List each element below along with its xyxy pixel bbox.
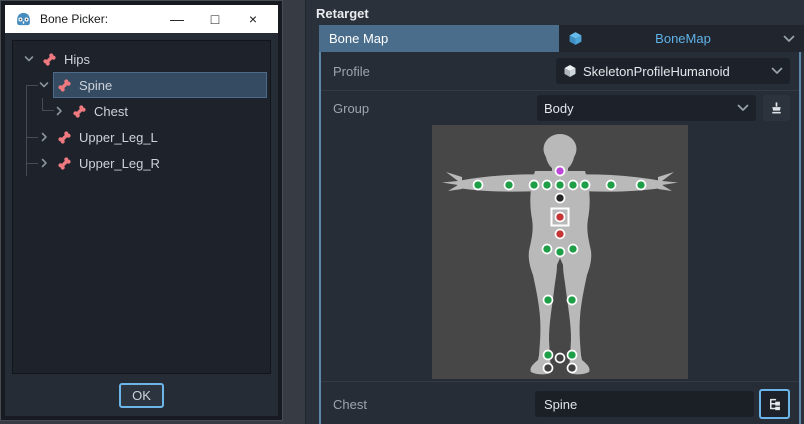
tree-item-label-wrap[interactable]: Hips — [39, 47, 266, 71]
ok-button[interactable]: OK — [119, 383, 164, 408]
bone-point-knee-l[interactable] — [544, 296, 553, 305]
chest-bone-input[interactable]: Spine — [535, 391, 754, 417]
bone-point-upper-arm-l[interactable] — [530, 181, 539, 190]
tree-item-label-wrap[interactable]: Chest — [69, 99, 266, 123]
chevron-right-icon[interactable] — [38, 131, 50, 143]
chevron-right-icon[interactable] — [53, 105, 65, 117]
bone-icon — [72, 104, 87, 119]
profile-value: SkeletonProfileHumanoid — [583, 64, 765, 79]
bone-map-preview — [321, 123, 799, 381]
bone-map-section-row: Bone Map BoneMap — [319, 25, 804, 52]
bone-point-heel-center[interactable] — [556, 354, 565, 363]
open-bone-picker-button[interactable] — [759, 389, 790, 419]
tree-guide — [26, 85, 38, 86]
bone-point-upper-arm-r[interactable] — [581, 181, 590, 190]
resource-cube-icon — [568, 31, 583, 46]
bone-point-chest[interactable] — [556, 194, 565, 203]
tree-item-label-wrap[interactable]: Upper_Leg_R — [54, 151, 266, 175]
group-dropdown[interactable]: Body — [537, 95, 756, 121]
window-titlebar[interactable]: Bone Picker: — □ × — [5, 5, 278, 33]
close-button[interactable]: × — [238, 5, 268, 33]
bone-point-forearm-l[interactable] — [505, 181, 514, 190]
tree-item-hips[interactable]: Hips — [13, 46, 270, 72]
bone-tree: Hips Spine Chest Upper_Leg_L Upper_Leg_R — [12, 40, 271, 374]
godot-logo-icon — [15, 11, 32, 28]
window-title: Bone Picker: — [40, 12, 154, 26]
chevron-down-icon[interactable] — [38, 79, 50, 91]
chest-bone-row: Chest Spine — [321, 381, 799, 424]
bone-map-sub-inspector: Profile SkeletonProfileHumanoid Group Bo… — [319, 52, 801, 424]
tree-item-label-wrap[interactable]: Upper_Leg_L — [54, 125, 266, 149]
resource-name: BoneMap — [589, 31, 777, 46]
bone-point-knee-r[interactable] — [568, 296, 577, 305]
bone-icon — [57, 156, 72, 171]
profile-label: Profile — [333, 64, 556, 79]
clear-mappings-button[interactable] — [763, 95, 790, 121]
bone-point-shoulder-l[interactable] — [543, 181, 552, 190]
chest-bone-value: Spine — [544, 397, 577, 412]
bone-point-hand-r[interactable] — [637, 181, 646, 190]
bone-icon — [42, 52, 57, 67]
bone-icon — [57, 78, 72, 93]
tree-guide — [26, 163, 38, 164]
tree-item-label-wrap[interactable]: Spine — [54, 73, 266, 97]
bone-point-ankle-l[interactable] — [544, 351, 553, 360]
bone-picker-window: Bone Picker: — □ × Hips Spine Chest Upper_L… — [0, 0, 283, 421]
bone-point-shoulder-r[interactable] — [569, 181, 578, 190]
bone-point-hand-l[interactable] — [474, 181, 483, 190]
tree-item-spine[interactable]: Spine — [13, 72, 270, 98]
dialog-footer: OK — [12, 374, 271, 410]
profile-row: Profile SkeletonProfileHumanoid — [321, 52, 799, 91]
bone-point-root[interactable] — [556, 248, 565, 257]
bone-map-section-header[interactable]: Bone Map — [319, 25, 559, 52]
tree-item-label: Spine — [79, 78, 112, 93]
tree-item-upper_leg_l[interactable]: Upper_Leg_L — [13, 124, 270, 150]
chevron-down-icon — [737, 104, 749, 112]
tree-item-label: Hips — [64, 52, 90, 67]
chevron-down-icon — [783, 35, 795, 43]
group-value: Body — [544, 101, 731, 116]
minimize-button[interactable]: — — [162, 5, 192, 33]
tree-hierarchy-icon — [767, 397, 782, 412]
bone-point-upper-leg-r[interactable] — [569, 245, 578, 254]
chevron-down-icon — [771, 67, 783, 75]
tree-item-label: Upper_Leg_L — [79, 130, 158, 145]
bone-point-foot-r[interactable] — [568, 364, 577, 373]
bone-point-upper-leg-l[interactable] — [543, 245, 552, 254]
resource-cube-icon — [563, 64, 577, 78]
tree-item-label: Chest — [94, 104, 128, 119]
group-row: Group Body — [321, 91, 799, 123]
bone-point-neck[interactable] — [556, 167, 565, 176]
tree-guide — [42, 98, 54, 111]
bone-point-upper-chest[interactable] — [556, 181, 565, 190]
bone-point-forearm-r[interactable] — [607, 181, 616, 190]
chevron-right-icon[interactable] — [38, 157, 50, 169]
tree-item-upper_leg_r[interactable]: Upper_Leg_R — [13, 150, 270, 176]
maximize-button[interactable]: □ — [200, 5, 230, 33]
chevron-down-icon[interactable] — [23, 53, 35, 65]
panel-title: Retarget — [306, 0, 804, 25]
bone-map-resource-picker[interactable]: BoneMap — [559, 25, 804, 52]
group-label: Group — [333, 101, 537, 116]
bone-point-spine[interactable] — [556, 213, 565, 222]
tree-guide — [26, 137, 38, 138]
window-body: Hips Spine Chest Upper_Leg_L Upper_Leg_R OK — [5, 33, 278, 416]
tree-item-label: Upper_Leg_R — [79, 156, 160, 171]
profile-picker[interactable]: SkeletonProfileHumanoid — [556, 58, 790, 84]
retarget-panel: Retarget Bone Map BoneMap Profile — [305, 0, 804, 424]
bone-map-figure[interactable] — [432, 125, 688, 379]
bone-point-ankle-r[interactable] — [568, 351, 577, 360]
squeegee-icon — [769, 101, 784, 116]
chest-label: Chest — [333, 397, 535, 412]
bone-icon — [57, 130, 72, 145]
bone-point-foot-l[interactable] — [544, 364, 553, 373]
bone-point-hips[interactable] — [556, 230, 565, 239]
